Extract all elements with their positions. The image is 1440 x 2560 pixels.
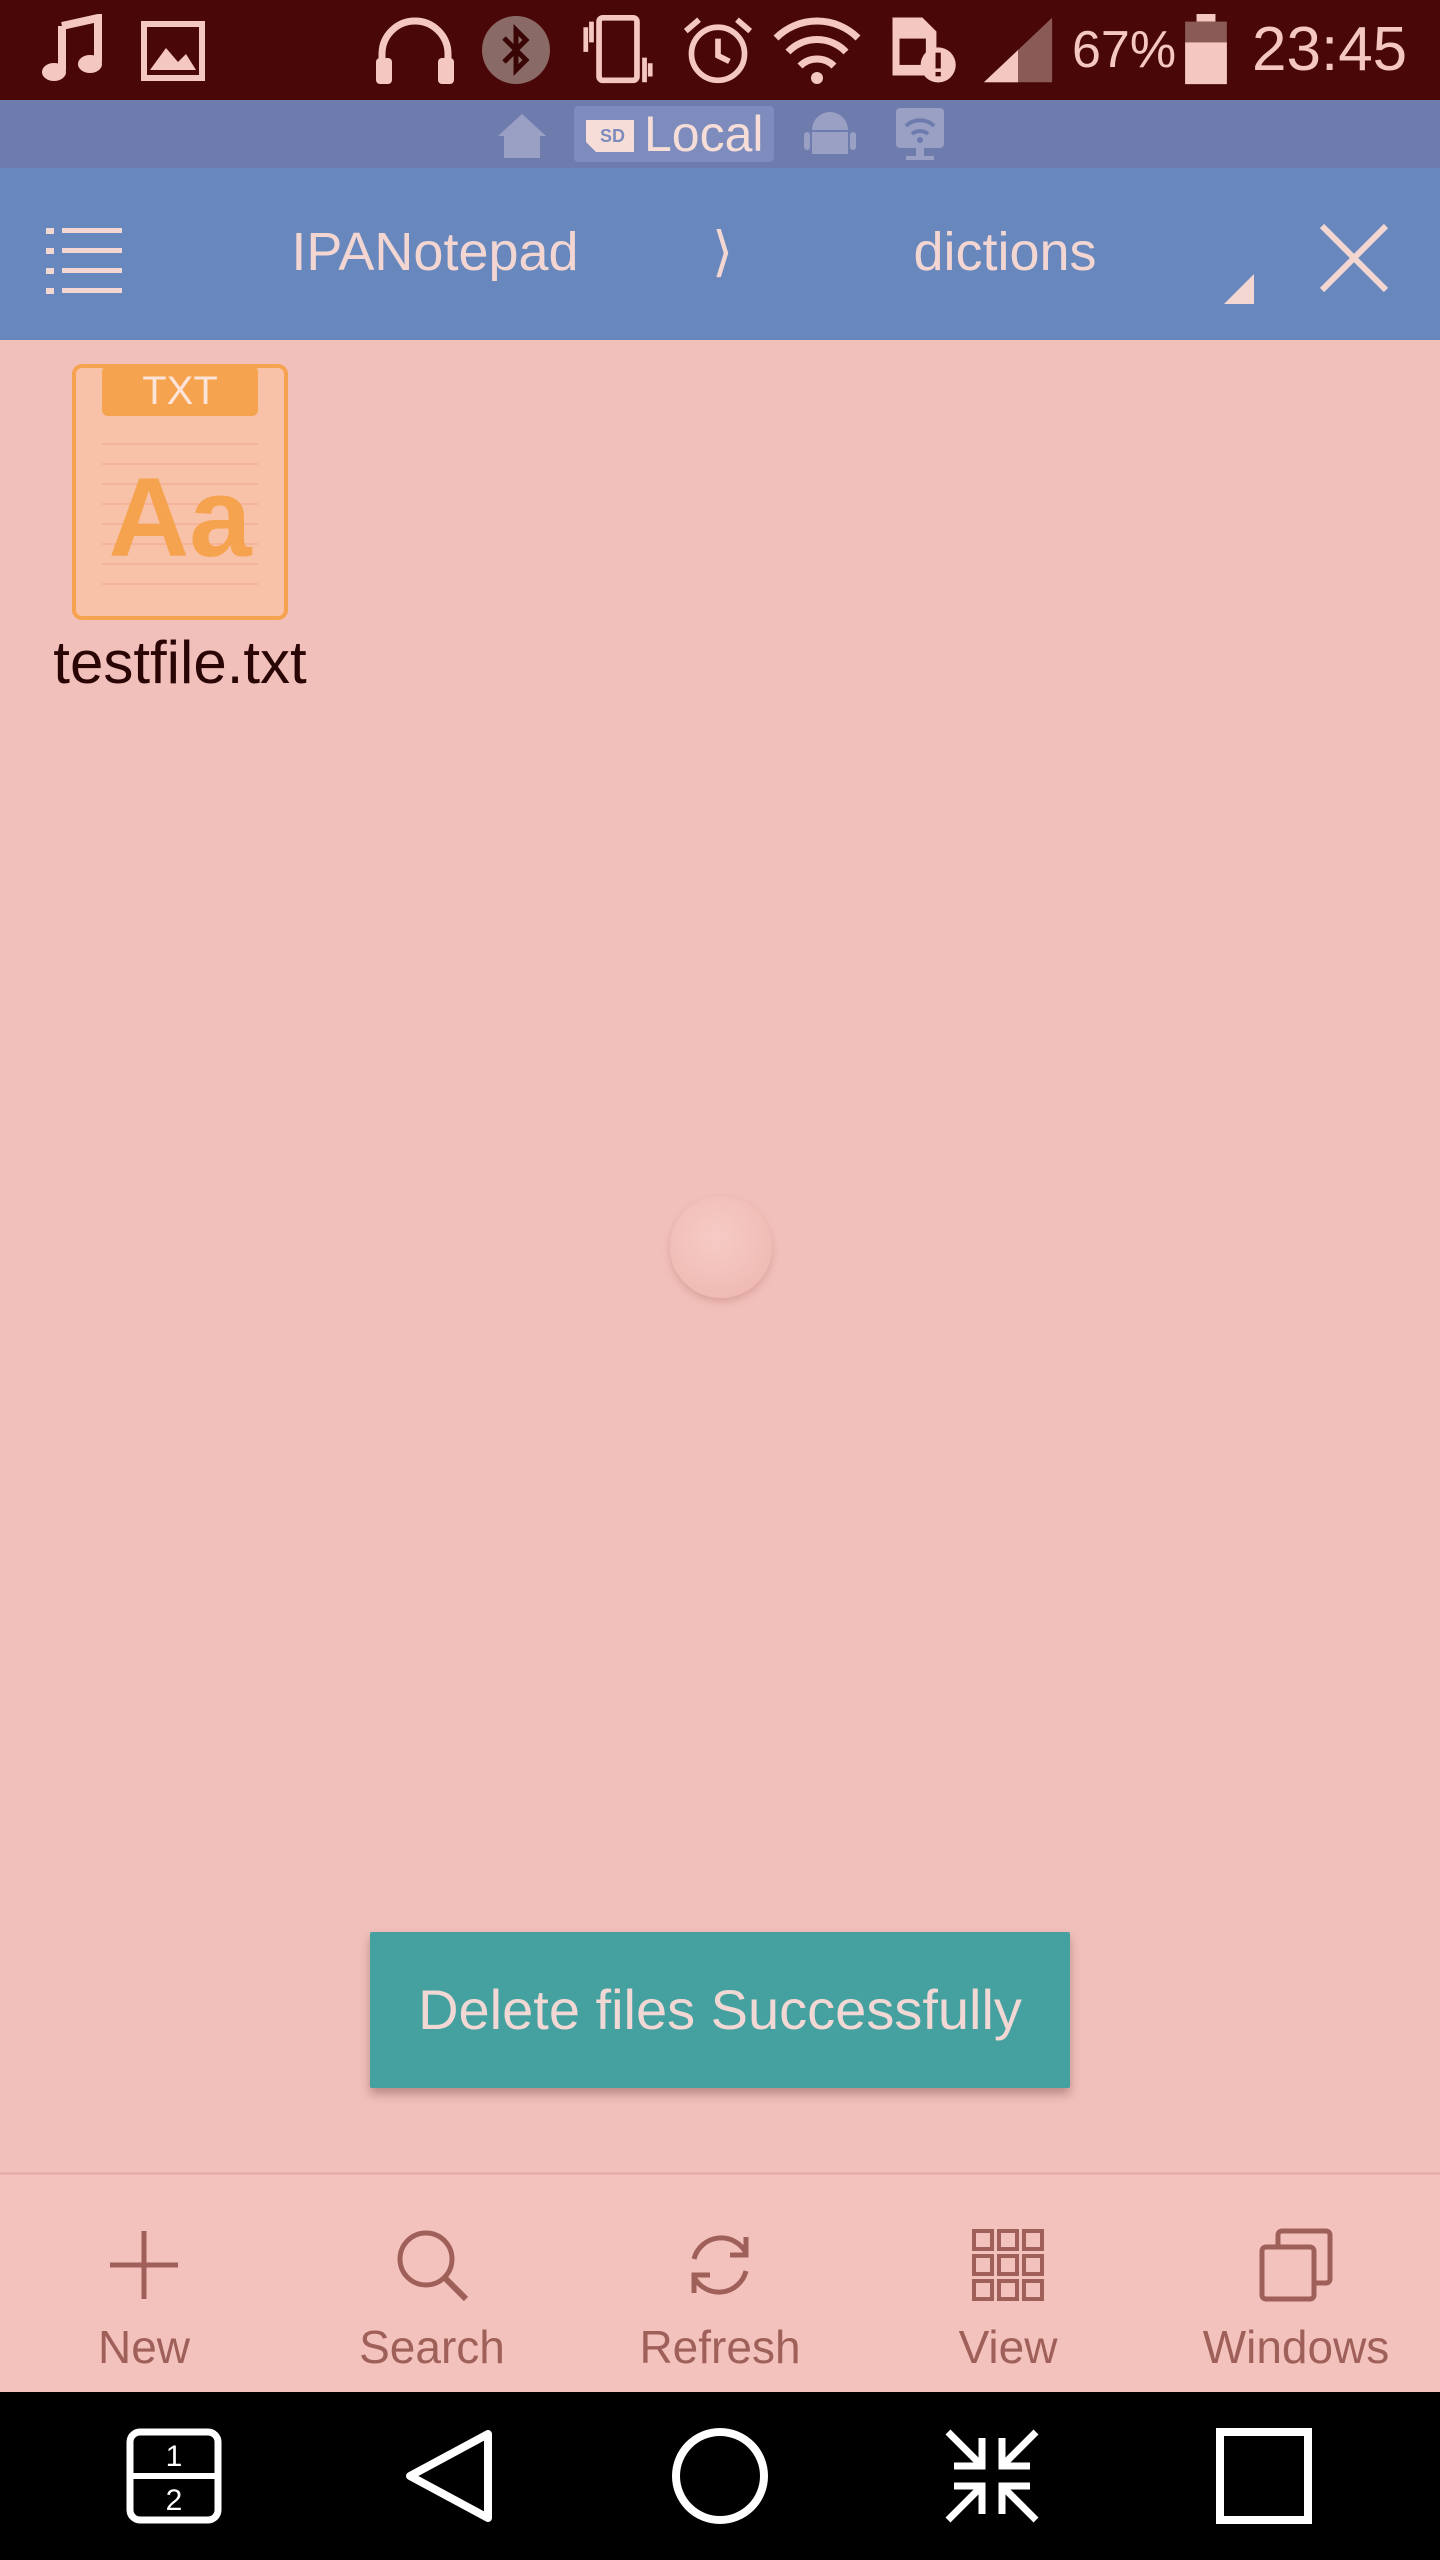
svg-text:SD: SD (600, 126, 625, 146)
dual-window-icon[interactable]: 1 2 (120, 2422, 228, 2530)
image-icon (141, 21, 205, 81)
toast-message: Delete files Successfully (370, 1932, 1070, 2088)
clock-time: 23:45 (1252, 15, 1408, 84)
bottom-action-bar: New Search Refresh View Windows (0, 2172, 1440, 2392)
dual-window-top-label: 1 (166, 2440, 183, 2473)
sim-alert-icon (892, 17, 956, 83)
windows-button[interactable]: Windows (1166, 2225, 1426, 2385)
location-bar: SD Local (0, 100, 1440, 168)
toolbar: IPANotepad ⟩ dictions (0, 168, 1440, 340)
collapse-icon[interactable] (938, 2422, 1046, 2530)
headphones-icon (376, 17, 454, 84)
windows-icon (1259, 2228, 1333, 2302)
dual-window-bottom-label: 2 (166, 2484, 183, 2517)
new-button[interactable]: New (14, 2225, 274, 2385)
music-note-icon (42, 14, 102, 81)
back-icon[interactable] (396, 2422, 504, 2530)
sd-card-icon: SD (586, 120, 634, 152)
file-type-badge: TXT (142, 369, 218, 413)
cell-signal-icon (983, 17, 1053, 83)
android-icon[interactable] (804, 108, 856, 160)
vibrate-icon (583, 14, 653, 84)
system-nav-bar: 1 2 (0, 2392, 1440, 2560)
bluetooth-icon (482, 16, 550, 84)
wifi-icon (773, 17, 861, 84)
status-bar: 67% 23:45 (0, 0, 1440, 100)
txt-file-icon: TXT Aa (72, 364, 288, 620)
home-circle-icon[interactable] (666, 2422, 774, 2530)
search-label: Search (359, 2321, 505, 2373)
alarm-icon (683, 17, 753, 84)
refresh-icon (691, 2235, 749, 2295)
remote-wifi-icon[interactable] (890, 106, 950, 162)
close-icon[interactable] (1316, 220, 1392, 296)
search-button[interactable]: Search (302, 2225, 562, 2385)
home-icon[interactable] (494, 110, 550, 160)
local-storage-tab[interactable]: SD Local (574, 106, 774, 162)
search-icon (397, 2230, 469, 2302)
view-button[interactable]: View (878, 2225, 1138, 2385)
dropdown-corner-icon[interactable] (1224, 274, 1254, 304)
toast-text: Delete files Successfully (418, 1978, 1022, 2041)
breadcrumb-dictions[interactable]: dictions (820, 220, 1190, 284)
refresh-label: Refresh (639, 2321, 801, 2373)
list-menu-icon[interactable] (44, 218, 124, 298)
view-label: View (958, 2321, 1058, 2373)
breadcrumb-ipanotepad[interactable]: IPANotepad (240, 220, 630, 284)
battery-percent: 67% (1072, 21, 1177, 79)
battery-icon (1185, 14, 1227, 85)
local-label: Local (644, 106, 764, 162)
windows-label: Windows (1202, 2321, 1390, 2373)
recents-icon[interactable] (1210, 2422, 1318, 2530)
new-label: New (97, 2321, 191, 2373)
breadcrumb-separator: ⟩ (712, 222, 734, 282)
grid-view-icon (972, 2229, 1044, 2301)
loading-spinner (670, 1196, 772, 1298)
plus-icon (110, 2231, 178, 2299)
file-name: testfile.txt (53, 629, 307, 696)
file-item-testfile[interactable]: TXT Aa testfile.txt (20, 360, 340, 720)
file-glyph: Aa (108, 455, 252, 580)
refresh-button[interactable]: Refresh (590, 2225, 850, 2385)
